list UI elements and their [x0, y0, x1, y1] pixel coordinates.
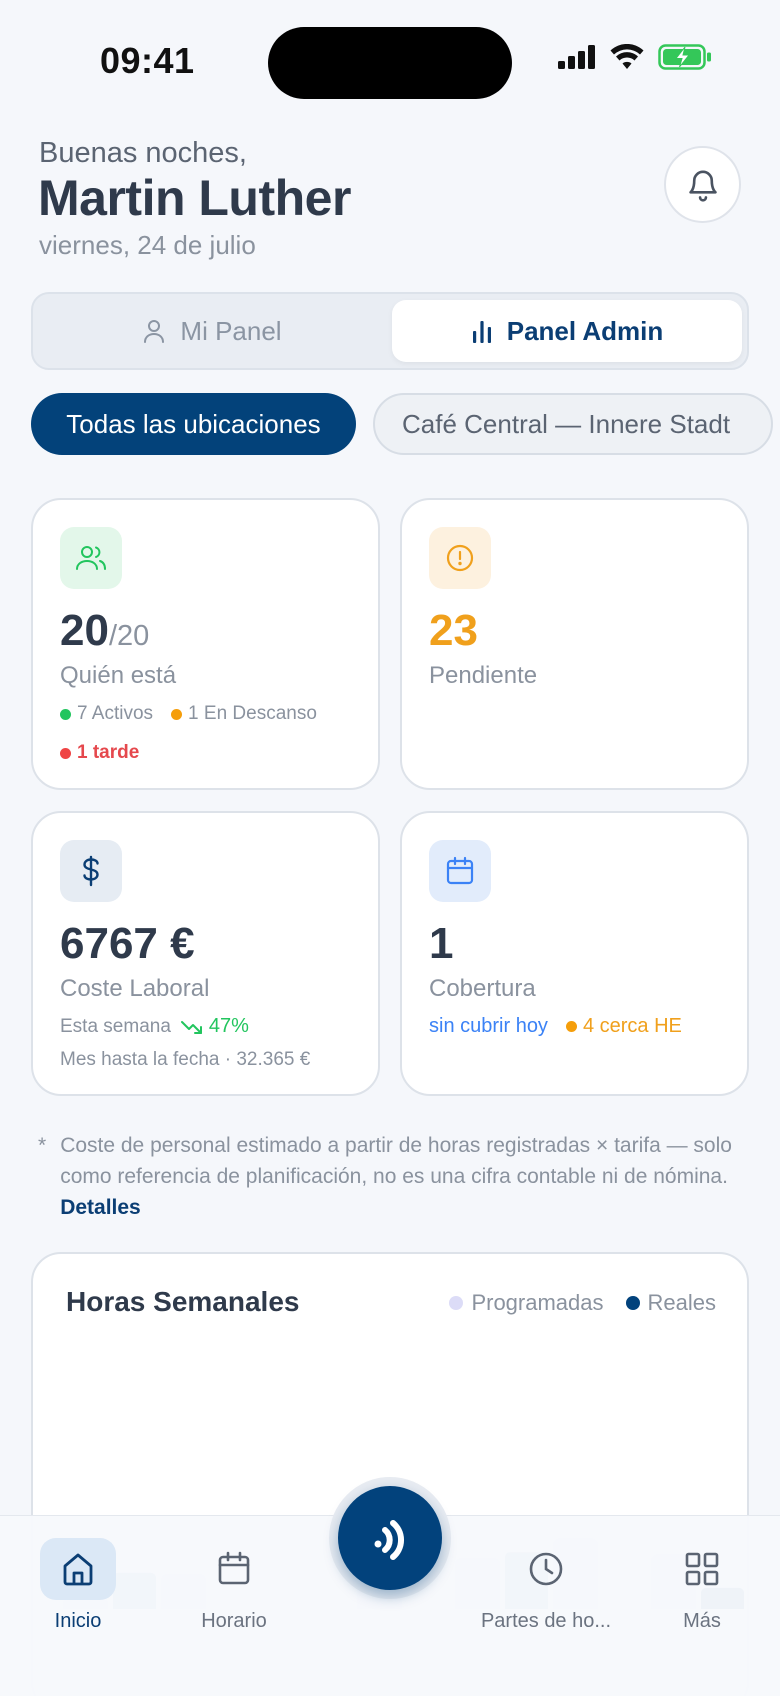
nfc-tap-icon: [374, 1520, 405, 1560]
uncovered-today: sin cubrir hoy: [429, 1015, 548, 1037]
tab-more[interactable]: Más: [632, 1538, 772, 1633]
user-icon: [144, 320, 165, 343]
break-count: 1 En Descanso: [188, 703, 317, 724]
near-overtime: 4 cerca HE: [582, 1015, 682, 1037]
tab-more-label: Más: [683, 1610, 721, 1632]
chart-title: Horas Semanales: [66, 1286, 300, 1317]
late-indicator: 1 tarde: [60, 742, 139, 764]
user-name: Martin Luther: [38, 170, 351, 226]
notifications-button[interactable]: [664, 146, 741, 223]
date-label: viernes, 24 de julio: [39, 230, 256, 260]
trend-down-icon: [180, 1020, 202, 1034]
coverage-label: Cobertura: [429, 975, 536, 1002]
tab-my-panel[interactable]: Mi Panel: [39, 300, 385, 362]
chart-legend: Programadas Reales: [449, 1290, 716, 1316]
pending-label: Pendiente: [429, 662, 538, 689]
weekly-change: Esta semana 47%: [60, 1015, 249, 1038]
card-who-is-in[interactable]: 20/20 Quién está 7 Activos 1 En Descanso…: [31, 498, 380, 790]
disclaimer-text: Coste de personal estimado a partir de h…: [60, 1134, 732, 1188]
who-label: Quién está: [60, 662, 177, 689]
tab-home-label: Inicio: [54, 1610, 102, 1632]
calendar-icon: [196, 1538, 272, 1600]
grid-icon: [664, 1538, 740, 1600]
week-label: Esta semana: [60, 1015, 171, 1037]
legend-actual: Reales: [625, 1290, 716, 1316]
clock-in-button[interactable]: [338, 1486, 442, 1590]
wifi-icon: [610, 44, 644, 69]
calendar-icon: [429, 840, 491, 902]
bar-chart-icon: [472, 321, 491, 343]
tab-timesheets[interactable]: Partes de ho...: [476, 1538, 616, 1633]
tab-schedule[interactable]: Horario: [164, 1538, 304, 1633]
late-count: 1 tarde: [77, 742, 140, 763]
clock-icon: [508, 1538, 584, 1600]
tab-timesheets-label: Partes de ho...: [480, 1610, 612, 1632]
week-change-value: 47%: [208, 1015, 249, 1037]
panel-switcher: Mi Panel Panel Admin: [31, 292, 749, 370]
present-count: 20/20: [60, 606, 150, 655]
tab-schedule-label: Horario: [201, 1610, 267, 1632]
card-pending[interactable]: 23 Pendiente: [400, 498, 749, 790]
status-breakdown: 7 Activos 1 En Descanso: [60, 703, 317, 725]
disclaimer-asterisk: *: [38, 1134, 47, 1157]
tab-admin-panel[interactable]: Panel Admin: [392, 300, 742, 362]
tab-home[interactable]: Inicio: [8, 1538, 148, 1633]
active-count: 7 Activos: [77, 703, 154, 724]
tab-admin-panel-label: Panel Admin: [506, 315, 664, 346]
card-coverage[interactable]: 1 Cobertura sin cubrir hoy 4 cerca HE: [400, 811, 749, 1096]
overtime-dot: [565, 1021, 577, 1032]
card-labor-cost[interactable]: 6767 € Coste Laboral Esta semana 47% Mes…: [31, 811, 380, 1096]
signal-icon: [558, 45, 595, 69]
clock-in-button-ring: [329, 1477, 451, 1599]
status-icons: [558, 44, 712, 70]
users-icon: [60, 527, 122, 589]
dynamic-island: [268, 27, 512, 99]
labor-cost-label: Coste Laboral: [60, 975, 210, 1002]
status-time: 09:41: [100, 40, 195, 81]
tab-my-panel-label: Mi Panel: [180, 315, 282, 346]
pending-count: 23: [429, 606, 478, 655]
late-dot: [60, 747, 71, 759]
cost-disclaimer: * Coste de personal estimado a partir de…: [38, 1130, 743, 1223]
coverage-details: sin cubrir hoy 4 cerca HE: [429, 1015, 682, 1038]
greeting: Buenas noches,: [39, 137, 247, 169]
home-icon: [40, 1538, 116, 1600]
labor-cost-value: 6767 €: [60, 919, 195, 968]
location-chip-all[interactable]: Todas las ubicaciones: [31, 393, 356, 455]
active-dot: [60, 708, 71, 720]
alert-circle-icon: [429, 527, 491, 589]
battery-charging-icon: [658, 44, 711, 70]
legend-scheduled: Programadas: [449, 1290, 604, 1316]
details-link[interactable]: Detalles: [60, 1196, 141, 1219]
break-dot: [171, 708, 183, 720]
dollar-icon: [60, 840, 122, 902]
month-to-date: Mes hasta la fecha · 32.365 €: [60, 1049, 311, 1070]
location-chip-cafe-central[interactable]: Café Central — Innere Stadt: [373, 393, 773, 455]
coverage-value: 1: [429, 919, 454, 968]
bell-icon: [688, 170, 717, 202]
